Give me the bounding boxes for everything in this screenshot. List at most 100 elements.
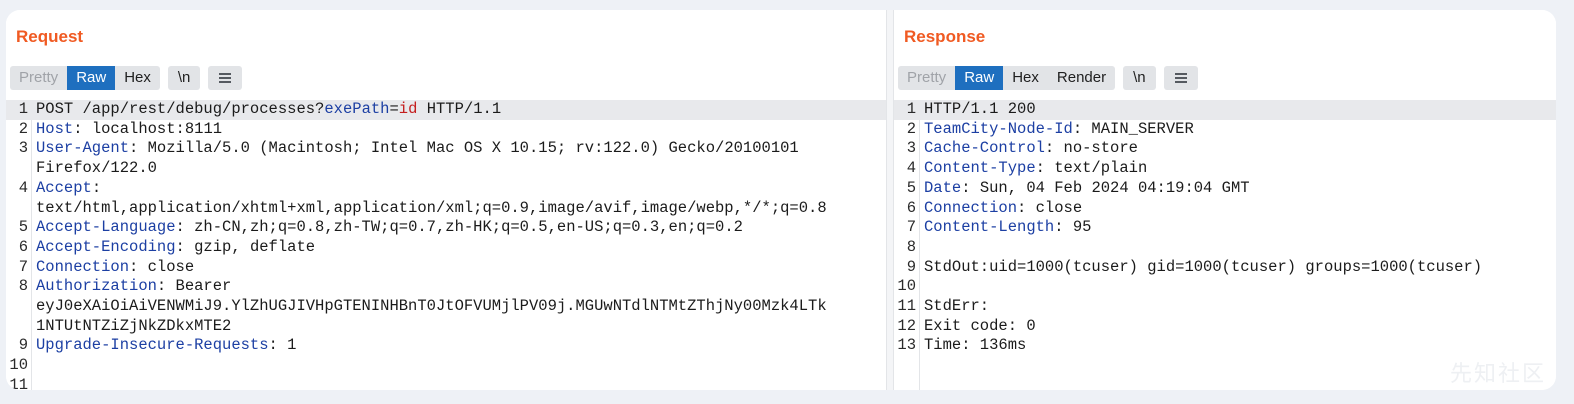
code-line: 6 Accept-Encoding: gzip, deflate (6, 238, 886, 258)
request-menu-button[interactable] (208, 66, 243, 90)
line-content (916, 277, 924, 297)
text-segment: : localhost:8111 (73, 119, 223, 138)
response-toolbar: Pretty Raw Hex Render \n (898, 66, 1198, 90)
text-segment: StdOut:uid=1000(tcuser) gid=1000(tcuser)… (924, 257, 1483, 276)
line-number: 8 (18, 277, 28, 296)
text-segment: : text/plain (1035, 159, 1148, 178)
line-content: Connection: close (28, 258, 194, 278)
line-number: 10 (9, 356, 28, 375)
watermark-text: 先知社区 (1449, 361, 1546, 386)
header-name: Host (36, 119, 74, 138)
request-pane: Request Pretty Raw Hex \n 1 POST /app/res… (6, 10, 886, 390)
line-number: 3 (18, 139, 28, 158)
header-name: Authorization (36, 277, 157, 296)
request-toolbar: Pretty Raw Hex \n (10, 66, 243, 90)
line-content (28, 376, 36, 390)
request-view-tabs: Pretty Raw Hex (10, 66, 160, 90)
code-line: 7 Content-Length: 95 (894, 218, 1556, 238)
tab-raw[interactable]: Raw (955, 66, 1004, 90)
line-content: Firefox/122.0 (28, 159, 157, 179)
line-content: Accept: (28, 179, 101, 199)
code-line: 1 POST /app/rest/debug/processes?exePath=… (6, 100, 886, 120)
line-number: 1 (906, 100, 916, 118)
code-line: 9 Upgrade-Insecure-Requests: 1 (6, 336, 886, 356)
text-segment: : close (1017, 198, 1083, 217)
code-line: 8 (894, 238, 1556, 258)
text-segment: text/html,application/xhtml+xml,applicat… (36, 198, 827, 217)
header-name: Upgrade-Insecure-Requests (36, 336, 269, 355)
hamburger-icon (219, 71, 232, 85)
response-editor[interactable]: 1 HTTP/1.1 200 2 TeamCity-Node-Id: MAIN_SER… (894, 100, 1556, 390)
code-line: 4 Accept: (6, 179, 886, 199)
line-content: Authorization: Bearer (28, 277, 231, 297)
text-segment: Exit code: 0 (924, 316, 1036, 335)
line-content: Accept-Language: zh-CN,zh;q=0.8,zh-TW;q=… (28, 218, 743, 238)
line-number: 13 (897, 336, 916, 355)
code-line: 10 (894, 277, 1556, 297)
text-segment: Time: 136ms (924, 336, 1027, 355)
text-segment: : MAIN_SERVER (1072, 119, 1194, 138)
newline-toggle-button[interactable]: \n (1123, 66, 1156, 90)
text-segment: = (389, 100, 399, 118)
line-number: 6 (18, 237, 28, 256)
response-pane: Response Pretty Raw Hex Render \n 1 HTTP/… (894, 10, 1556, 390)
code-line: 5 Accept-Language: zh-CN,zh;q=0.8,zh-TW;q… (6, 218, 886, 238)
line-content: Content-Length: 95 (916, 218, 1091, 238)
tab-render[interactable]: Render (1048, 66, 1115, 90)
newline-toggle-button[interactable]: \n (167, 66, 201, 90)
code-line: 2 TeamCity-Node-Id: MAIN_SERVER (894, 120, 1556, 140)
text-segment: : no-store (1044, 139, 1138, 158)
line-number: 1 (18, 100, 28, 118)
line-number (6, 159, 28, 179)
line-number: 4 (906, 159, 916, 178)
code-line: 7 Connection: close (6, 258, 886, 278)
response-view-tabs: Pretty Raw Hex Render (898, 66, 1116, 90)
line-number: 10 (897, 277, 916, 296)
message-editor-frame: Request Pretty Raw Hex \n 1 POST /app/res… (6, 10, 1556, 390)
line-content: Host: localhost:8111 (28, 120, 222, 140)
code-line: 3 User-Agent: Mozilla/5.0 (Macintosh; Int… (6, 139, 886, 159)
tab-pretty[interactable]: Pretty (10, 66, 67, 90)
line-content: HTTP/1.1 200 (916, 100, 1036, 120)
line-number: 9 (18, 336, 28, 355)
code-line: 2 Host: localhost:8111 (6, 120, 886, 140)
text-segment: : zh-CN,zh;q=0.8,zh-TW;q=0.7,zh-HK;q=0.5… (175, 218, 743, 237)
header-name: Connection (36, 257, 130, 276)
header-name: Accept-Encoding (36, 237, 176, 256)
tab-hex[interactable]: Hex (1003, 66, 1048, 90)
code-line: 4 Content-Type: text/plain (894, 159, 1556, 179)
code-line: 3 Cache-Control: no-store (894, 139, 1556, 159)
line-content: 1NTUtNTZiZjNkZDkxMTE2 (28, 317, 231, 337)
line-content (28, 356, 36, 376)
tab-hex[interactable]: Hex (115, 66, 160, 90)
code-line: text/html,application/xhtml+xml,applicat… (6, 199, 886, 219)
line-content: StdErr: (916, 297, 989, 317)
response-menu-button[interactable] (1163, 66, 1198, 90)
line-number: 2 (906, 119, 916, 138)
text-segment: eyJ0eXAiOiAiVENWMiJ9.YlZhUGJIVHpGTENINHB… (36, 297, 827, 316)
text-segment: Firefox/122.0 (36, 159, 157, 178)
code-line: eyJ0eXAiOiAiVENWMiJ9.YlZhUGJIVHpGTENINHB… (6, 297, 886, 317)
line-content (916, 238, 924, 258)
text-segment: : gzip, deflate (175, 237, 316, 256)
header-name: User-Agent (36, 139, 130, 158)
param-name: exePath (324, 100, 390, 118)
header-name: TeamCity-Node-Id (924, 119, 1073, 138)
line-number: 3 (906, 139, 916, 158)
line-number: 7 (18, 257, 28, 276)
line-number (6, 199, 28, 219)
text-segment: : 1 (268, 336, 297, 355)
header-name: Cache-Control (924, 139, 1045, 158)
line-content: Content-Type: text/plain (916, 159, 1147, 179)
header-name: Accept (36, 178, 92, 197)
pane-splitter[interactable] (886, 10, 894, 390)
param-value: id (398, 100, 418, 118)
text-segment: : Sun, 04 Feb 2024 04:19:04 GMT (961, 178, 1250, 197)
tab-pretty[interactable]: Pretty (898, 66, 955, 90)
code-line: 13 Time: 136ms (894, 336, 1556, 356)
code-line: 1 HTTP/1.1 200 (894, 100, 1556, 120)
request-editor[interactable]: 1 POST /app/rest/debug/processes?exePath=… (6, 100, 886, 390)
tab-raw[interactable]: Raw (67, 66, 116, 90)
code-line: 12 Exit code: 0 (894, 317, 1556, 337)
line-number: 11 (9, 375, 28, 390)
